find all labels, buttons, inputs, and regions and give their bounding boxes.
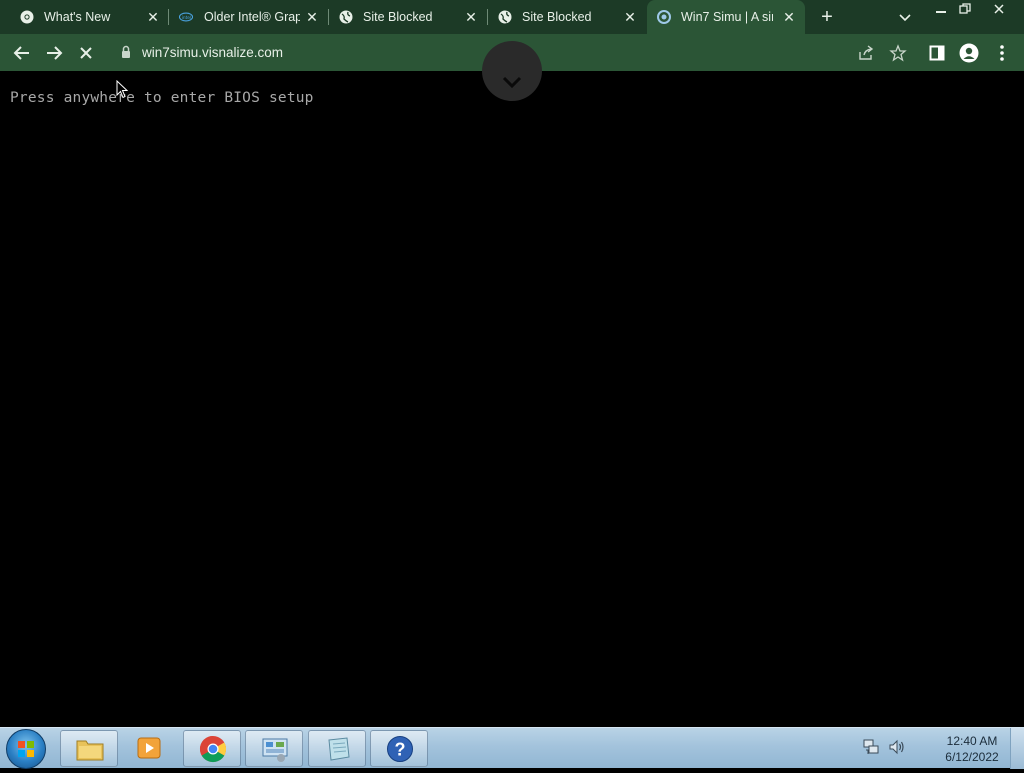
intel-icon: intel [179,10,193,24]
taskbar-media-player[interactable] [120,730,178,767]
close-tab-icon[interactable]: ✕ [305,9,319,25]
back-button[interactable] [9,40,35,66]
tab-search-chevron-icon[interactable] [896,8,914,26]
forward-button[interactable] [41,40,67,66]
svg-text:?: ? [395,740,406,760]
windows-taskbar: ? 12:40 AM 6/12/2022 [0,727,1024,769]
clock-date: 6/12/2022 [945,750,999,764]
close-tab-icon[interactable]: ✕ [464,9,478,25]
close-tab-icon[interactable]: ✕ [623,9,637,25]
tab-title: Older Intel® Grap [204,10,300,24]
taskbar-clock[interactable]: 12:40 AM 6/12/2022 [930,733,1014,765]
tab-strip: What's New ✕ intel Older Intel® Grap ✕ S… [0,0,1024,34]
fullscreen-dropdown-handle[interactable] [482,41,542,101]
chevron-down-icon [502,76,522,89]
address-bar[interactable]: win7simu.visnalize.com [142,45,283,60]
help-icon: ? [387,736,413,762]
bookmark-star-icon[interactable] [885,40,911,66]
close-window-button[interactable] [984,0,1014,18]
svg-text:intel: intel [182,15,192,21]
close-tab-icon[interactable]: ✕ [146,9,160,25]
show-desktop-button[interactable] [1010,728,1024,769]
stop-loading-button[interactable] [73,40,99,66]
share-icon[interactable] [853,40,879,66]
tab-title: Site Blocked [363,10,433,24]
tab-title: Win7 Simu | A sim [681,10,773,24]
taskbar-control-panel[interactable] [245,730,303,767]
windows-logo-icon [18,741,34,757]
profile-avatar-icon[interactable] [956,40,982,66]
globe-icon [339,10,353,24]
system-tray [862,738,906,756]
taskbar-help[interactable]: ? [370,730,428,767]
side-panel-icon[interactable] [924,40,950,66]
tab-site-blocked-1[interactable]: Site Blocked ✕ [329,0,487,34]
globe-icon [498,10,512,24]
mouse-cursor-icon [116,80,128,99]
clock-time: 12:40 AM [946,734,998,748]
chrome-icon [199,735,227,763]
page-content[interactable]: Press anywhere to enter BIOS setup [0,41,1024,727]
new-tab-button[interactable]: + [816,6,838,28]
lock-icon[interactable] [120,45,134,59]
control-panel-icon [262,738,288,762]
tab-title: What's New [44,10,111,24]
restore-window-button[interactable] [952,0,978,18]
taskbar-file-explorer[interactable] [60,730,118,767]
media-player-icon [137,737,161,759]
menu-kebab-icon[interactable] [989,40,1015,66]
minimize-window-button[interactable] [928,0,954,18]
network-icon[interactable] [862,738,880,756]
folder-icon [76,740,104,761]
tab-site-blocked-2[interactable]: Site Blocked ✕ [488,0,646,34]
tab-title: Site Blocked [522,10,592,24]
win7simu-icon [657,10,671,24]
taskbar-notepad[interactable] [308,730,366,767]
tab-older-intel[interactable]: intel Older Intel® Grap ✕ [169,0,328,34]
start-button[interactable] [6,729,46,769]
chrome-icon [20,10,34,24]
tab-whats-new[interactable]: What's New ✕ [0,0,168,34]
notepad-icon [328,737,350,761]
tab-win7-simu[interactable]: Win7 Simu | A sim ✕ [647,0,805,34]
taskbar-chrome[interactable] [183,730,241,767]
volume-icon[interactable] [888,738,906,756]
bios-prompt: Press anywhere to enter BIOS setup [10,90,314,106]
close-tab-icon[interactable]: ✕ [782,9,796,25]
